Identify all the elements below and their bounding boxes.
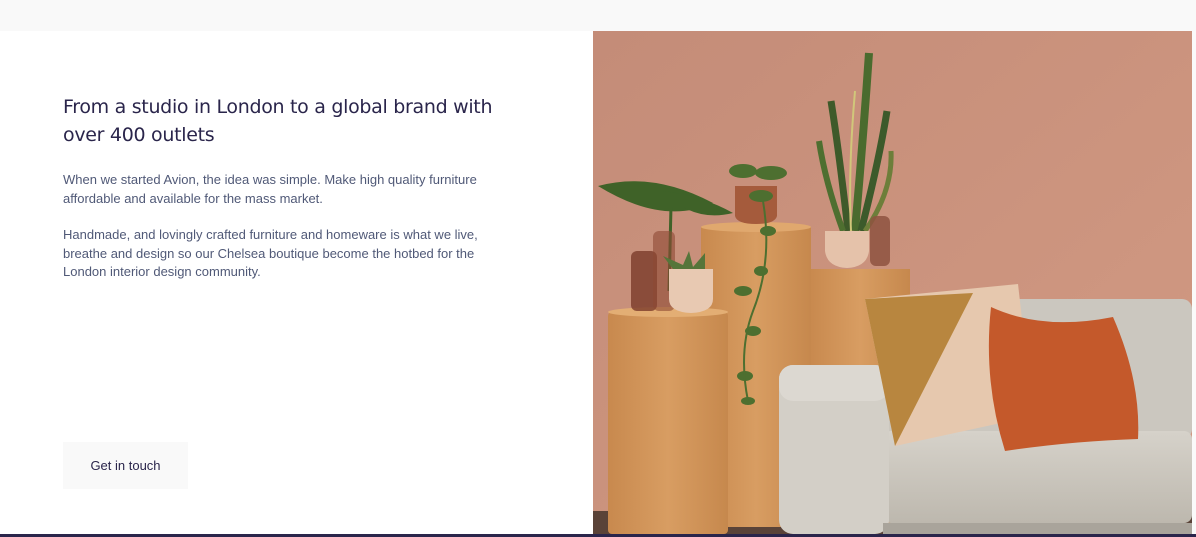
about-text-panel: From a studio in London to a global bran… bbox=[0, 31, 593, 534]
about-paragraph-2: Handmade, and lovingly crafted furniture… bbox=[63, 227, 478, 279]
cushion-rust bbox=[988, 307, 1139, 451]
about-paragraph-1: When we started Avion, the idea was simp… bbox=[63, 172, 477, 206]
pot bbox=[669, 269, 713, 313]
planter bbox=[825, 231, 869, 268]
get-in-touch-button[interactable]: Get in touch bbox=[63, 442, 188, 489]
top-strip bbox=[0, 0, 1196, 31]
cork-plinth bbox=[608, 312, 728, 534]
about-heading: From a studio in London to a global bran… bbox=[63, 96, 493, 146]
interior-photo bbox=[593, 31, 1192, 534]
